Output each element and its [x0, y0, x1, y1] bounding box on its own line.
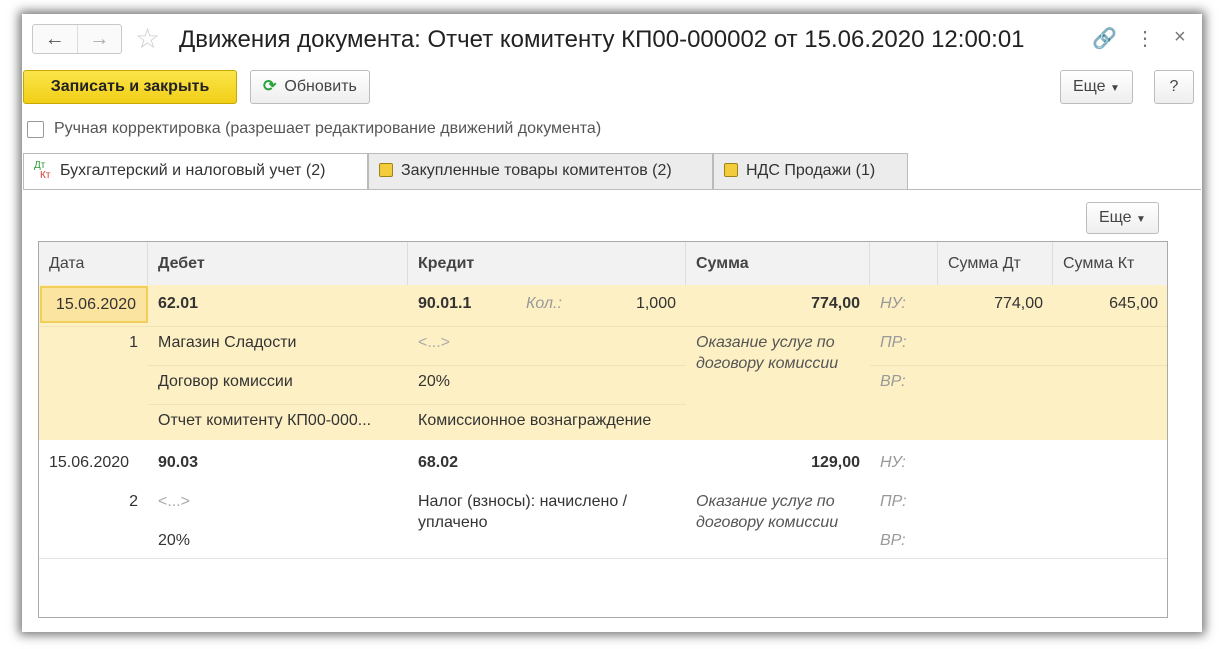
star-icon[interactable]: ☆	[135, 22, 160, 55]
cell-sum[interactable]: 774,00	[686, 285, 870, 323]
forward-arrow-icon[interactable]: →	[76, 25, 122, 53]
window-title: Движения документа: Отчет комитенту КП00…	[179, 26, 1025, 53]
refresh-label: Обновить	[284, 78, 357, 95]
nu-label: НУ:	[880, 454, 906, 471]
register-icon	[724, 163, 738, 177]
refresh-button[interactable]: ⟳ Обновить	[250, 70, 370, 104]
debit-credit-icon: Дт Кт	[34, 160, 60, 181]
tab-divider	[23, 189, 1201, 190]
header-sum[interactable]: Сумма	[686, 242, 870, 285]
close-icon[interactable]: ×	[1174, 26, 1186, 49]
cell-credit-subconto[interactable]: Комиссионное вознаграждение	[408, 402, 686, 440]
table-more-button[interactable]: Еще ▼	[1086, 202, 1159, 234]
cell-debit-subconto[interactable]: Магазин Сладости	[148, 324, 408, 362]
kt-label: Кт	[40, 169, 51, 181]
header-date[interactable]: Дата	[39, 242, 148, 285]
more-label: Еще	[1073, 78, 1106, 95]
link-icon[interactable]: 🔗	[1092, 26, 1117, 51]
save-and-close-button[interactable]: Записать и закрыть	[23, 70, 237, 104]
header-sum-kt[interactable]: Сумма Кт	[1053, 242, 1167, 285]
cell-date[interactable]: 15.06.2020	[39, 444, 148, 482]
pr-label: ПР:	[880, 493, 907, 510]
dropdown-caret-icon: ▼	[1110, 83, 1120, 94]
cell-debit-account[interactable]: 90.03	[148, 444, 408, 482]
cell-sum[interactable]: 129,00	[686, 444, 870, 482]
pr-label: ПР:	[880, 334, 907, 351]
qty-label: Кол.:	[526, 295, 562, 312]
cell-debit-subconto[interactable]: Договор комиссии	[148, 363, 408, 401]
cell-content[interactable]: Оказание услуг по договору комиссии	[686, 491, 870, 533]
more-label: Еще	[1099, 209, 1132, 226]
cell-debit-subconto[interactable]: Отчет комитенту КП00-000...	[148, 402, 408, 440]
tab-accounting[interactable]: Дт Кт Бухгалтерский и налоговый учет (2)	[23, 153, 368, 190]
row-divider	[39, 558, 1167, 559]
cell-credit-subconto[interactable]: 20%	[408, 363, 686, 401]
cell-content[interactable]: Оказание услуг по договору комиссии	[686, 332, 870, 374]
header-sum-dt[interactable]: Сумма Дт	[938, 242, 1053, 285]
cell-credit-subconto[interactable]: Налог (взносы): начислено / уплачено	[408, 491, 686, 533]
vr-label: ВР:	[880, 532, 906, 549]
cell-sum-kt[interactable]: 645,00	[1053, 285, 1167, 323]
register-icon	[379, 163, 393, 177]
cell-credit-account[interactable]: 68.02	[408, 444, 686, 482]
movements-table[interactable]: Дата Дебет Кредит Сумма Сумма Дт Сумма К…	[38, 241, 1168, 618]
dropdown-caret-icon: ▼	[1136, 214, 1146, 225]
cell-qty[interactable]: 1,000	[596, 285, 686, 323]
cell-debit-subconto[interactable]: <...>	[148, 483, 408, 521]
cell-credit-account[interactable]: 90.01.1	[408, 285, 516, 323]
header-debit[interactable]: Дебет	[148, 242, 408, 285]
document-movements-window: ← → ☆ Движения документа: Отчет комитент…	[22, 14, 1202, 632]
back-arrow-icon[interactable]: ←	[33, 25, 77, 53]
header-blank	[870, 242, 938, 285]
tab-purchased-goods[interactable]: Закупленные товары комитентов (2)	[368, 153, 713, 189]
cell-debit-subconto[interactable]: 20%	[148, 522, 408, 560]
cell-credit-subconto[interactable]: <...>	[408, 324, 686, 362]
header-credit[interactable]: Кредит	[408, 242, 686, 285]
cell-date[interactable]: 15.06.2020	[40, 286, 148, 323]
tab-label: Бухгалтерский и налоговый учет (2)	[60, 162, 326, 179]
nav-buttons: ← →	[32, 24, 122, 54]
refresh-icon: ⟳	[263, 78, 277, 95]
help-button[interactable]: ?	[1154, 70, 1194, 104]
cell-debit-account[interactable]: 62.01	[148, 285, 216, 323]
tab-label: Закупленные товары комитентов (2)	[401, 162, 672, 179]
tab-vat-sales[interactable]: НДС Продажи (1)	[713, 153, 908, 189]
manual-edit-checkbox[interactable]	[27, 121, 44, 138]
more-button[interactable]: Еще ▼	[1060, 70, 1133, 104]
cell-number: 1	[129, 334, 138, 351]
vr-label: ВР:	[880, 373, 906, 390]
cell-sum-dt[interactable]: 774,00	[938, 285, 1053, 323]
menu-dots-icon[interactable]: ⋮	[1135, 26, 1155, 51]
manual-edit-label: Ручная корректировка (разрешает редактир…	[54, 120, 602, 137]
cell-number: 2	[129, 493, 138, 510]
tab-label: НДС Продажи (1)	[746, 162, 876, 179]
nu-label: НУ:	[880, 295, 906, 312]
